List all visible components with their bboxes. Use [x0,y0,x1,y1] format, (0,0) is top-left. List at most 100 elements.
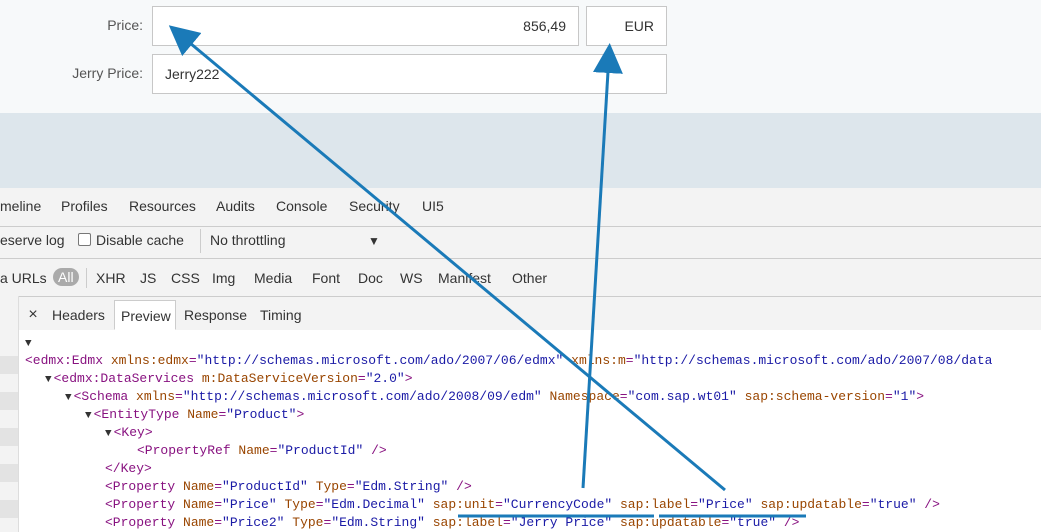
xml-token [425,497,433,512]
throttling-select[interactable]: No throttling [210,232,285,248]
xml-line[interactable]: <edmx:Edmx xmlns:edmx="http://schemas.mi… [25,352,1041,370]
xml-token: = [619,389,628,404]
xml-token: <PropertyRef [137,443,239,458]
divider [0,258,1041,259]
filter-css[interactable]: CSS [171,270,200,286]
tab-console[interactable]: Console [276,198,327,214]
xml-token: <Property [105,515,184,530]
filter-media[interactable]: Media [254,270,292,286]
xml-token: <edmx:DataServices [53,371,202,386]
xml-token: Name [238,443,270,458]
jerry-price-label: Jerry Price: [72,65,143,81]
tab-resources[interactable]: Resources [129,198,196,214]
xml-token: <Property [105,497,184,512]
filter-img[interactable]: Img [212,270,235,286]
xml-token: = [502,515,511,530]
xml-token: sap:label [432,515,503,530]
price-input[interactable]: 856,49 [152,6,579,46]
xml-line[interactable]: ▼ <Schema xmlns="http://schemas.microsoft… [65,388,1041,407]
xml-line[interactable]: <Property Name="Price2" Type="Edm.String… [105,514,1041,532]
xml-token: "true" [869,497,917,512]
xml-token: = [885,389,893,404]
page-background-band [0,113,1041,188]
request-row[interactable] [0,356,18,374]
xml-token: m:DataServiceVersion [201,371,358,386]
xml-line[interactable]: <Property Name="Price" Type="Edm.Decimal… [105,496,1041,514]
xml-token: = [315,497,324,512]
filter-types: XHR JS CSS Img Media Font Doc WS Manifes… [0,270,1041,290]
xml-token: = [214,479,223,494]
xml-token [542,389,550,404]
currency-input[interactable]: EUR [586,6,667,46]
expand-triangle-icon[interactable]: ▼ [85,410,92,422]
xml-token: "Price" [222,497,277,512]
xml-token: <Schema [73,389,137,404]
tab-headers[interactable]: Headers [52,300,105,330]
xml-token: "Edm.String" [331,515,425,530]
filter-ws[interactable]: WS [400,270,423,286]
xml-token: = [214,515,223,530]
tab-preview[interactable]: Preview [114,300,176,330]
close-icon[interactable]: × [25,300,41,330]
xml-token: sap:label [620,497,691,512]
xml-line[interactable]: ▼ <Key> [105,424,1041,443]
xml-line[interactable]: ▼ [25,334,1041,353]
expand-triangle-icon[interactable]: ▼ [25,338,32,350]
xml-token: "true" [729,515,777,530]
filter-xhr[interactable]: XHR [96,270,126,286]
form-area: Price: 856,49 EUR Jerry Price: Jerry222 [0,0,1041,113]
filter-font[interactable]: Font [312,270,340,286]
xml-token [737,389,745,404]
xml-token: Name [187,407,219,422]
xml-token: "ProductId" [277,443,364,458]
expand-triangle-icon[interactable]: ▼ [105,428,112,440]
xml-token: "http://schemas.microsoft.com/ado/2008/0… [182,389,542,404]
tab-ui5[interactable]: UI5 [422,198,444,214]
xml-token: /> [916,497,940,512]
xml-token: "CurrencyCode" [502,497,613,512]
xml-token: Namespace [549,389,620,404]
request-row[interactable] [0,392,18,410]
xml-token: > [296,407,305,422]
tab-audits[interactable]: Audits [216,198,255,214]
xml-line[interactable]: <PropertyRef Name="ProductId" /> [137,442,1041,460]
xml-preview[interactable]: ▼ <edmx:Edmx xmlns:edmx="http://schemas.m… [19,330,1041,532]
xml-token: "Price2" [222,515,285,530]
expand-triangle-icon[interactable]: ▼ [45,374,52,386]
xml-line[interactable]: </Key> [105,460,1041,478]
request-row[interactable] [0,464,18,482]
tab-timeline[interactable]: meline [0,198,41,214]
xml-line[interactable]: ▼ <edmx:DataServices m:DataServiceVersion… [45,370,1041,389]
filter-doc[interactable]: Doc [358,270,383,286]
filter-other[interactable]: Other [512,270,547,286]
xml-token: "2.0" [365,371,405,386]
xml-token: = [625,353,634,368]
xml-token: Type [292,515,324,530]
tab-response[interactable]: Response [184,300,247,330]
chevron-down-icon[interactable]: ▼ [368,234,380,248]
tab-profiles[interactable]: Profiles [61,198,108,214]
xml-token: "Edm.Decimal" [323,497,425,512]
xml-token [425,515,433,530]
xml-token: /> [363,443,387,458]
filter-js[interactable]: JS [140,270,156,286]
xml-token: Name [183,479,215,494]
xml-token: > [404,371,413,386]
xml-token: sap:updatable [760,497,862,512]
xml-token: sap:updatable [620,515,722,530]
request-row[interactable] [0,500,18,518]
request-list-column[interactable] [0,296,19,532]
xml-token: "Product" [226,407,297,422]
xml-token: Name [183,515,215,530]
tab-security[interactable]: Security [349,198,400,214]
xml-token: Type [284,497,316,512]
expand-triangle-icon[interactable]: ▼ [65,392,72,404]
xml-line[interactable]: ▼ <EntityType Name="Product"> [85,406,1041,425]
tab-timing[interactable]: Timing [260,300,302,330]
xml-line[interactable]: <Property Name="ProductId" Type="Edm.Str… [105,478,1041,496]
xml-token [563,353,571,368]
filter-manifest[interactable]: Manifest [438,270,491,286]
jerry-price-input[interactable]: Jerry222 [152,54,667,94]
request-row[interactable] [0,428,18,446]
request-detail-tabs: × Headers Preview Response Timing [19,300,1041,331]
